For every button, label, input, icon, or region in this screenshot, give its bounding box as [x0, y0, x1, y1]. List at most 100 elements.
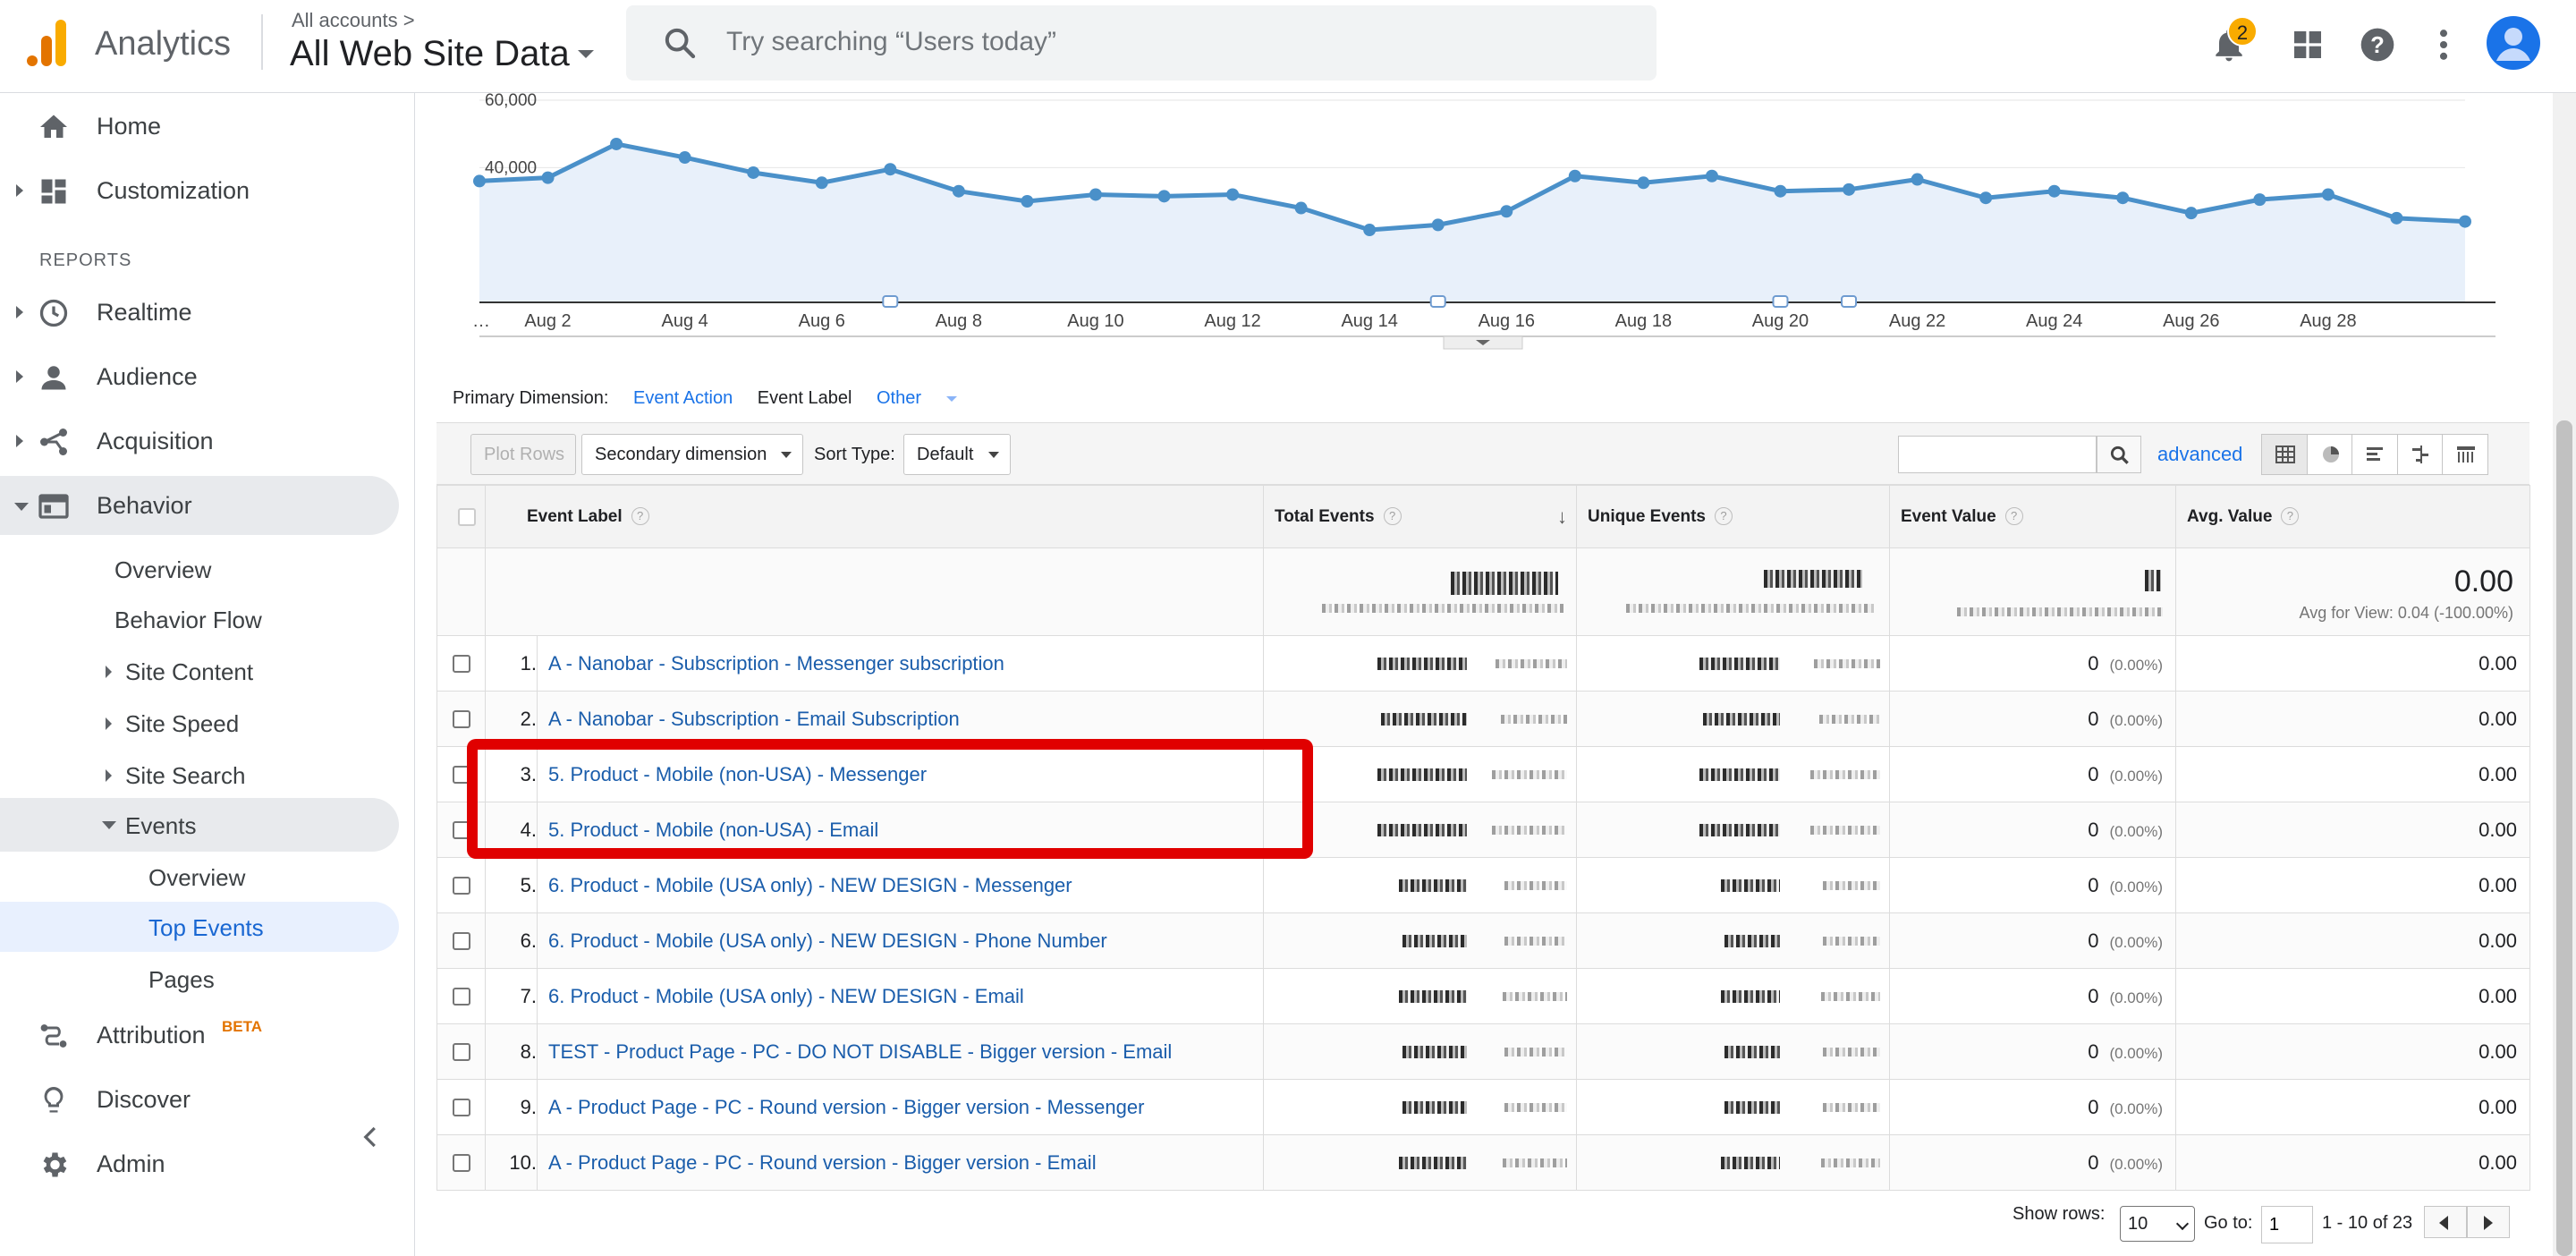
row-checkbox[interactable]: [452, 876, 470, 895]
column-header-unique-events[interactable]: Unique Events?: [1576, 485, 1890, 548]
row-checkbox[interactable]: [452, 654, 470, 673]
table-row[interactable]: 5. 6. Product - Mobile (USA only) - NEW D…: [436, 857, 2530, 913]
column-header-event-value[interactable]: Event Value?: [1889, 485, 2176, 548]
sort-type-dropdown[interactable]: Default: [903, 434, 1011, 475]
redacted-value: [1699, 824, 1780, 836]
event-value-number: 0: [2088, 929, 2099, 952]
table-row[interactable]: 10. A - Product Page - PC - Round version…: [436, 1134, 2530, 1191]
sidebar-item-label: Site Search: [125, 762, 246, 789]
dimension-event-action-link[interactable]: Event Action: [633, 388, 733, 408]
redacted-value: [1819, 715, 1880, 724]
table-row[interactable]: 6. 6. Product - Mobile (USA only) - NEW D…: [436, 912, 2530, 969]
view-table-button[interactable]: [2262, 435, 2308, 474]
row-checkbox[interactable]: [452, 987, 470, 1006]
column-header-event-label[interactable]: Event Label?: [485, 485, 1264, 548]
show-rows-select[interactable]: 10: [2120, 1206, 2195, 1242]
row-avg-value: 0.00: [2175, 1134, 2530, 1191]
row-checkbox[interactable]: [452, 709, 470, 728]
event-value-percent: (0.00%): [2109, 1155, 2163, 1173]
event-label-link[interactable]: 6. Product - Mobile (USA only) - NEW DES…: [548, 874, 1072, 896]
sidebar-item-behavior-flow[interactable]: Behavior Flow: [0, 594, 376, 644]
table-row[interactable]: 8. TEST - Product Page - PC - DO NOT DISA…: [436, 1023, 2530, 1080]
help-icon[interactable]: ?: [2281, 507, 2300, 526]
sidebar-item-label: Admin: [97, 1150, 165, 1177]
column-header-total-events[interactable]: Total Events? ↓: [1263, 485, 1577, 548]
show-rows-value: 10: [2128, 1214, 2148, 1234]
sidebar-item-behavior-overview[interactable]: Overview: [0, 544, 376, 594]
chart-x-tick-label: Aug 22: [1889, 311, 1945, 331]
help-icon[interactable]: ?: [1383, 507, 1402, 526]
event-label-link[interactable]: A - Nanobar - Subscription - Messenger s…: [548, 652, 1004, 675]
table-row[interactable]: 9. A - Product Page - PC - Round version …: [436, 1079, 2530, 1135]
event-label-link[interactable]: TEST - Product Page - PC - DO NOT DISABL…: [548, 1040, 1172, 1063]
row-total-events: [1263, 691, 1577, 747]
event-label-link[interactable]: A - Nanobar - Subscription - Email Subsc…: [548, 708, 960, 730]
table-filter-input[interactable]: [1898, 436, 2097, 473]
vertical-scroll-thumb[interactable]: [2556, 420, 2572, 1256]
pie-chart-icon: [2322, 446, 2339, 463]
sidebar-item-events-overview[interactable]: Overview: [0, 852, 376, 902]
row-unique-events: [1576, 912, 1890, 969]
view-performance-button[interactable]: [2352, 435, 2398, 474]
sidebar-item-attribution[interactable]: Attribution BETA: [0, 1006, 399, 1065]
row-index: 7.: [485, 968, 538, 1024]
event-label-link[interactable]: A - Product Page - PC - Round version - …: [548, 1096, 1144, 1118]
column-header-avg-value[interactable]: Avg. Value?: [2175, 485, 2530, 548]
view-comparison-button[interactable]: [2398, 435, 2444, 474]
table-search-button[interactable]: [2097, 436, 2141, 473]
help-icon[interactable]: ?: [1714, 507, 1733, 526]
event-label-link[interactable]: A - Product Page - PC - Round version - …: [548, 1151, 1097, 1174]
table-header-row: Event Label? Total Events? ↓ Unique Event…: [436, 485, 2530, 548]
view-pie-button[interactable]: [2308, 435, 2353, 474]
select-all-cell: [436, 485, 486, 548]
collapse-sidebar-icon[interactable]: [358, 1124, 385, 1150]
chart-data-point: [1431, 218, 1445, 232]
goto-page-input[interactable]: [2261, 1206, 2313, 1243]
next-page-button[interactable]: [2467, 1206, 2510, 1238]
table-row[interactable]: 1. A - Nanobar - Subscription - Messenger…: [436, 635, 2530, 692]
chart-data-point: [2047, 184, 2061, 198]
acquisition-icon: [40, 429, 67, 455]
sidebar-item-events[interactable]: Events: [0, 798, 399, 852]
sidebar-item-behavior[interactable]: Behavior: [0, 476, 399, 535]
select-all-checkbox[interactable]: [457, 507, 476, 526]
sidebar-item-site-speed[interactable]: Site Speed: [0, 698, 376, 748]
sidebar-item-acquisition[interactable]: Acquisition: [0, 412, 399, 471]
table-row[interactable]: 7. 6. Product - Mobile (USA only) - NEW D…: [436, 968, 2530, 1024]
sidebar-item-events-pages[interactable]: Pages: [0, 954, 376, 1004]
advanced-filter-link[interactable]: advanced: [2157, 443, 2242, 466]
row-checkbox[interactable]: [452, 1042, 470, 1061]
redacted-value: [1724, 935, 1780, 947]
event-label-link[interactable]: 6. Product - Mobile (USA only) - NEW DES…: [548, 929, 1107, 952]
row-checkbox[interactable]: [452, 931, 470, 950]
chart-annotation-icon: [1841, 295, 1858, 308]
event-value-number: 0: [2088, 762, 2099, 785]
red-highlight-annotation: [467, 739, 1313, 859]
beta-badge: BETA: [222, 1018, 263, 1035]
sidebar-item-discover[interactable]: Discover: [0, 1070, 399, 1129]
plot-rows-button[interactable]: Plot Rows: [470, 434, 576, 475]
sort-descending-icon[interactable]: ↓: [1557, 505, 1567, 529]
row-checkbox[interactable]: [452, 1153, 470, 1172]
view-pivot-button[interactable]: [2443, 435, 2487, 474]
redacted-value: [1381, 713, 1467, 726]
sidebar-item-admin[interactable]: Admin: [0, 1134, 399, 1193]
caret-down-icon: [946, 395, 958, 402]
chart-data-point: [2184, 207, 2198, 220]
chart-x-tick-label: Aug 24: [2026, 311, 2082, 331]
sidebar-item-top-events[interactable]: Top Events: [0, 902, 399, 952]
row-select-cell: [436, 1134, 486, 1191]
help-icon[interactable]: ?: [2004, 507, 2023, 526]
chart-x-tick-label: Aug 28: [2300, 311, 2356, 331]
dimension-other-dropdown[interactable]: Other: [877, 388, 977, 408]
row-total-events: [1263, 968, 1577, 1024]
help-icon[interactable]: ?: [631, 507, 649, 526]
column-header-label: Avg. Value: [2187, 506, 2273, 526]
sidebar-item-site-search[interactable]: Site Search: [0, 750, 376, 800]
row-checkbox[interactable]: [452, 1098, 470, 1116]
secondary-dimension-dropdown[interactable]: Secondary dimension: [581, 434, 803, 475]
previous-page-button[interactable]: [2424, 1206, 2467, 1238]
event-label-link[interactable]: 6. Product - Mobile (USA only) - NEW DES…: [548, 985, 1024, 1007]
redacted-value: [1322, 604, 1563, 613]
sidebar-item-site-content[interactable]: Site Content: [0, 646, 376, 696]
